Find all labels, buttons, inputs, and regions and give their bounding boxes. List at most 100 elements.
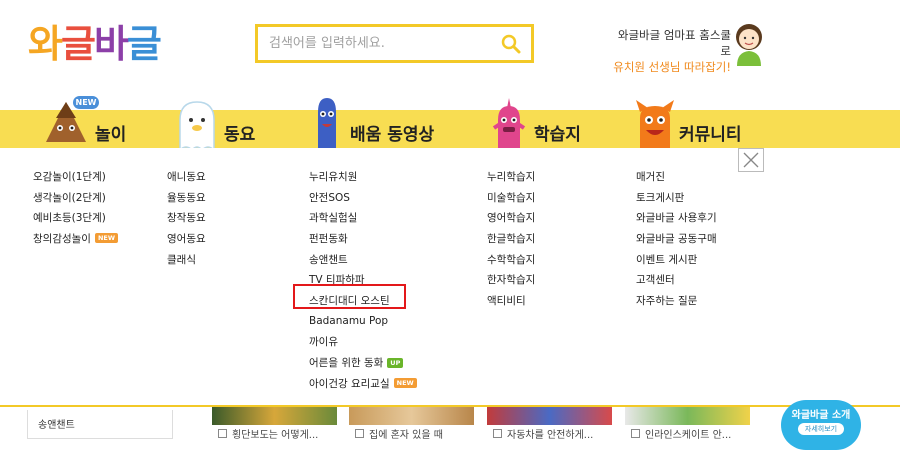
menu-item[interactable]: 영어학습지: [487, 207, 535, 228]
menu-column-worksheets: 누리학습지미술학습지영어학습지한글학습지수학학습지 한자학습지 액티비티: [487, 166, 535, 311]
checkbox[interactable]: [493, 429, 502, 438]
menu-item-label: 오감놀이(1단계): [33, 170, 106, 183]
nav-label-songs[interactable]: 동요: [224, 120, 255, 145]
nav-label-community[interactable]: 커뮤니티: [679, 120, 742, 145]
teacher-avatar-icon: [736, 24, 762, 66]
menu-item[interactable]: 율동동요: [167, 187, 206, 208]
menu-item[interactable]: 토크게시판: [636, 187, 717, 208]
menu-item[interactable]: 까이유: [309, 332, 417, 353]
menu-item[interactable]: 아이건강 요리교실 NEW: [309, 373, 417, 394]
menu-item[interactable]: 안전SOS: [309, 187, 417, 208]
menu-item-label: 예비초등(3단계): [33, 212, 106, 225]
menu-item-label: 영어학습지: [487, 212, 536, 225]
search-box: [255, 24, 534, 63]
menu-item-label: 창작동요: [167, 212, 206, 225]
menu-item[interactable]: 미술학습지: [487, 187, 535, 208]
video-thumbnail[interactable]: [212, 407, 337, 425]
about-more-button[interactable]: 자세히보기: [798, 423, 844, 435]
highlight-box: [293, 284, 406, 309]
nav-label-worksheets[interactable]: 학습지: [534, 120, 581, 145]
menu-item[interactable]: 와글바글 사용후기: [636, 207, 717, 228]
menu-item-label: 누리학습지: [487, 170, 536, 183]
about-promo-banner[interactable]: 와글바글 소개 자세히보기: [781, 400, 861, 450]
menu-item[interactable]: 이벤트 게시판: [636, 249, 717, 270]
search-input[interactable]: [269, 28, 499, 59]
menu-column-videos: 누리유치원 안전SOS 과학실험실 펀펀동화 송앤챈트 TV 티파하파 스칸디대디 오스틴 B…: [309, 166, 417, 394]
checkbox[interactable]: [218, 429, 227, 438]
nav-label-videos[interactable]: 배움 동영상: [350, 120, 434, 145]
menu-item-label: 자주하는 질문: [636, 294, 698, 307]
promo-line-2: 유치원 선생님 따라잡기!: [613, 60, 731, 74]
site-header: 와글바글 와글바글 엄마표 홈스쿨로 유치원 선생님 따라잡기!: [0, 0, 900, 96]
about-promo-title: 와글바글 소개: [791, 410, 851, 421]
menu-item-label: 까이유: [309, 336, 338, 349]
menu-item-label: 한글학습지: [487, 232, 536, 245]
promo-line-1: 와글바글 엄마표 홈스쿨로: [617, 28, 731, 58]
close-icon: [743, 152, 759, 168]
menu-item[interactable]: 예비초등(3단계): [33, 207, 118, 228]
menu-item[interactable]: 어른을 위한 동화 UP: [309, 352, 417, 373]
menu-item[interactable]: 창작동요: [167, 207, 206, 228]
menu-item-label: 매거진: [636, 170, 665, 183]
menu-column-songs: 애니동요율동동요창작동요영어동요클래식: [167, 166, 206, 269]
menu-item[interactable]: 오감놀이(1단계): [33, 166, 118, 187]
menu-item-label: 토크게시판: [636, 191, 685, 204]
logo-char: 바: [93, 22, 129, 66]
menu-item[interactable]: Badanamu Pop: [309, 311, 417, 332]
video-thumbnail[interactable]: [349, 407, 474, 425]
menu-column-play: 오감놀이(1단계) 생각놀이(2단계) 예비초등(3단계) 창의감성놀이 NEW: [33, 166, 119, 249]
new-badge: NEW: [393, 378, 417, 389]
menu-item[interactable]: 자주하는 질문: [636, 290, 717, 311]
menu-item-label: 클래식: [167, 253, 196, 266]
menu-item-label: 와글바글 공동구매: [636, 232, 717, 245]
menu-item-label: 와글바글 사용후기: [636, 212, 717, 225]
ghost-character-icon: [179, 101, 215, 152]
menu-item-label: 창의감성놀이: [33, 232, 91, 245]
up-badge: UP: [387, 357, 404, 368]
menu-item[interactable]: 과학실험실: [309, 207, 417, 228]
menu-item-label: 송앤챈트: [309, 253, 348, 266]
menu-item[interactable]: 송앤챈트: [309, 249, 417, 270]
close-menu-button[interactable]: [738, 148, 764, 172]
sidebar-item-label: 송앤챈트: [38, 420, 75, 431]
menu-item[interactable]: 한자학습지: [487, 269, 535, 290]
menu-item-label: 펀펀동화: [309, 232, 348, 245]
logo-char: 글: [60, 22, 96, 66]
menu-column-community: 매거진토크게시판와글바글 사용후기와글바글 공동구매이벤트 게시판고객센터자주하…: [636, 166, 717, 311]
menu-item-label: Badanamu Pop: [309, 315, 389, 328]
menu-item[interactable]: 생각놀이(2단계): [33, 187, 118, 208]
menu-item[interactable]: 액티비티: [487, 290, 535, 311]
menu-item-label: 어른을 위한 동화: [309, 357, 384, 370]
chestnut-character-icon: [46, 102, 86, 142]
homeschool-promo[interactable]: 와글바글 엄마표 홈스쿨로 유치원 선생님 따라잡기!: [611, 27, 731, 75]
menu-item[interactable]: 매거진: [636, 166, 717, 187]
menu-item-label: 생각놀이(2단계): [33, 191, 106, 204]
menu-item-label: 율동동요: [167, 191, 206, 204]
menu-item-label: 애니동요: [167, 170, 206, 183]
menu-item[interactable]: 누리유치원: [309, 166, 417, 187]
menu-item[interactable]: 와글바글 공동구매: [636, 228, 717, 249]
menu-item-label: 고객센터: [636, 274, 675, 287]
menu-item[interactable]: 수학학습지: [487, 249, 535, 270]
search-icon[interactable]: [501, 34, 521, 54]
menu-item[interactable]: 고객센터: [636, 269, 717, 290]
menu-item[interactable]: 펀펀동화: [309, 228, 417, 249]
blue-character-icon: [318, 98, 336, 152]
video-thumbnail[interactable]: [625, 407, 750, 425]
menu-item[interactable]: 한글학습지: [487, 228, 535, 249]
logo-char: 와: [28, 22, 63, 66]
menu-item-label: 안전SOS: [309, 191, 350, 204]
checkbox[interactable]: [355, 429, 364, 438]
sidebar-item-songs-chants[interactable]: 송앤챈트: [27, 410, 173, 439]
menu-item[interactable]: 애니동요: [167, 166, 206, 187]
site-logo[interactable]: 와글바글: [28, 18, 162, 68]
checkbox[interactable]: [631, 429, 640, 438]
menu-item-label: 아이건강 요리교실: [309, 377, 390, 390]
menu-item[interactable]: 창의감성놀이 NEW: [33, 228, 119, 249]
menu-item-label: 과학실험실: [309, 212, 358, 225]
menu-item[interactable]: 클래식: [167, 249, 206, 270]
menu-item[interactable]: 누리학습지: [487, 166, 535, 187]
video-thumbnail[interactable]: [487, 407, 612, 425]
nav-label-play[interactable]: 놀이: [95, 120, 126, 145]
menu-item[interactable]: 영어동요: [167, 228, 206, 249]
